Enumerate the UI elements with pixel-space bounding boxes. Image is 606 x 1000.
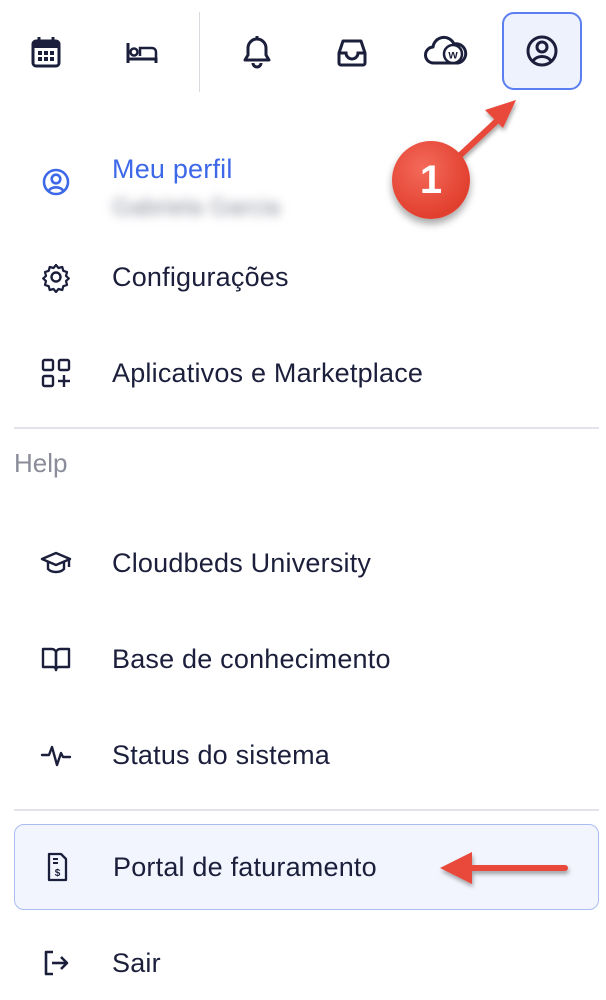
menu-item-my-profile[interactable]: Meu perfil Gabriela Garcia bbox=[14, 142, 599, 228]
bed-icon bbox=[126, 43, 158, 63]
user-menu-button[interactable] bbox=[502, 12, 582, 90]
menu-item-apps-marketplace[interactable]: Aplicativos e Marketplace bbox=[14, 336, 599, 410]
graduation-cap-icon bbox=[38, 545, 74, 581]
bell-icon bbox=[243, 36, 271, 69]
whistle-button[interactable]: w bbox=[414, 14, 478, 90]
invoice-dollar-icon: $ bbox=[39, 849, 75, 885]
menu-item-label: Base de conhecimento bbox=[112, 643, 391, 674]
notifications-button[interactable] bbox=[225, 14, 289, 90]
svg-text:$: $ bbox=[55, 868, 61, 879]
inbox-icon bbox=[337, 39, 367, 67]
profile-name: Gabriela Garcia bbox=[112, 194, 281, 221]
menu-item-label: Meu perfil bbox=[112, 154, 233, 184]
top-toolbar: w bbox=[0, 0, 606, 104]
apps-grid-plus-icon bbox=[38, 355, 74, 391]
user-menu-screenshot: w Meu perfil Gabriela Garcia Configuraçõ… bbox=[0, 0, 606, 1000]
inbox-button[interactable] bbox=[320, 14, 384, 90]
book-open-icon bbox=[38, 641, 74, 677]
menu-item-cloudbeds-university[interactable]: Cloudbeds University bbox=[14, 526, 599, 600]
whistle-badge: w bbox=[447, 48, 458, 62]
menu-item-label: Sair bbox=[112, 947, 161, 978]
menu-divider bbox=[14, 809, 599, 811]
menu-item-knowledge-base[interactable]: Base de conhecimento bbox=[14, 622, 599, 696]
menu-item-settings[interactable]: Configurações bbox=[14, 240, 599, 314]
menu-item-label: Cloudbeds University bbox=[112, 547, 372, 578]
menu-item-label: Configurações bbox=[112, 261, 289, 292]
rooms-button[interactable] bbox=[110, 14, 174, 90]
toolbar-divider bbox=[199, 12, 200, 92]
calendar-icon bbox=[31, 37, 61, 68]
step-callout-badge: 1 bbox=[392, 141, 470, 219]
menu-item-logout[interactable]: Sair bbox=[14, 926, 599, 1000]
calendar-button[interactable] bbox=[14, 14, 78, 90]
gear-icon bbox=[38, 259, 74, 295]
menu-item-label: Portal de faturamento bbox=[113, 851, 377, 882]
user-circle-icon bbox=[526, 35, 558, 67]
menu-divider bbox=[14, 427, 599, 429]
menu-item-billing-portal[interactable]: $ Portal de faturamento bbox=[14, 824, 599, 910]
user-circle-icon bbox=[38, 164, 74, 200]
menu-item-label: Status do sistema bbox=[112, 739, 331, 770]
activity-pulse-icon bbox=[38, 737, 74, 773]
menu-item-label: Aplicativos e Marketplace bbox=[112, 357, 424, 388]
whistle-cloud-icon: w bbox=[424, 35, 468, 65]
help-section-title: Help bbox=[14, 448, 68, 478]
menu-item-system-status[interactable]: Status do sistema bbox=[14, 718, 599, 792]
logout-icon bbox=[38, 945, 74, 981]
